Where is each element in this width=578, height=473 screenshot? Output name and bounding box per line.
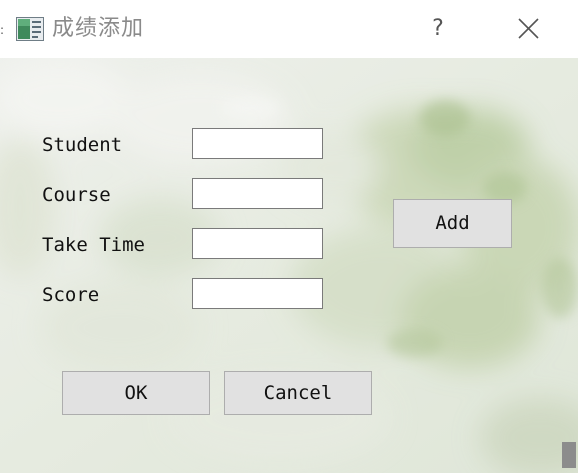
take-time-input[interactable] xyxy=(192,228,323,259)
dialog-body: Student Course Take Time Score Add OK Ca… xyxy=(0,58,578,473)
resize-grip[interactable] xyxy=(562,442,576,468)
title-bar[interactable]: : 成绩添加 ? xyxy=(0,0,578,58)
score-input[interactable] xyxy=(192,278,323,309)
student-input[interactable] xyxy=(192,128,323,159)
course-input[interactable] xyxy=(192,178,323,209)
window-title: 成绩添加 xyxy=(52,16,145,41)
close-button[interactable] xyxy=(506,10,552,48)
student-label: Student xyxy=(42,134,123,156)
help-button[interactable]: ? xyxy=(418,10,458,48)
window-edge-mark: : xyxy=(0,23,5,37)
close-icon xyxy=(518,18,539,39)
course-label: Course xyxy=(42,184,111,206)
take-time-label: Take Time xyxy=(42,234,145,256)
ok-button[interactable]: OK xyxy=(62,371,210,415)
score-label: Score xyxy=(42,284,100,306)
app-window-icon xyxy=(16,17,44,41)
add-button[interactable]: Add xyxy=(393,199,512,248)
cancel-button[interactable]: Cancel xyxy=(224,371,372,415)
dialog-window: : 成绩添加 ? Student Course Take Time Score … xyxy=(0,0,578,473)
